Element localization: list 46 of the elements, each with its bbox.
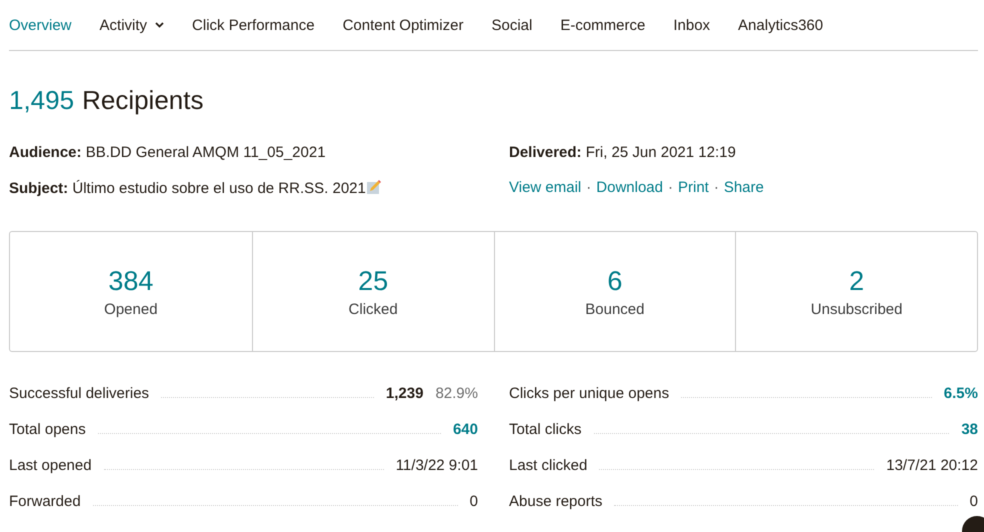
metric-value: 384: [108, 266, 154, 296]
stat-label: Total clicks: [509, 421, 582, 438]
nav-tab[interactable]: Analytics360: [738, 16, 824, 34]
nav-tab[interactable]: Inbox: [673, 16, 710, 34]
metric-value: 6: [607, 266, 622, 296]
nav-tab[interactable]: Social: [491, 16, 532, 34]
stat-value: 1,239: [386, 385, 424, 402]
action-link[interactable]: Share: [724, 179, 764, 197]
stat-value: 0: [970, 493, 978, 510]
metric-value: 2: [849, 266, 864, 296]
stat-label: Total opens: [9, 421, 86, 438]
metric-label: Bounced: [585, 300, 644, 318]
metric-label: Opened: [104, 300, 158, 318]
separator-dot: ·: [586, 179, 592, 197]
stat-percent: 82.9%: [435, 385, 478, 402]
nav-tab[interactable]: Click Performance: [192, 16, 315, 34]
heading-label: Recipients: [82, 85, 204, 116]
action-link[interactable]: View email: [509, 179, 582, 197]
pencil-icon: [366, 179, 382, 195]
separator-dot: ·: [714, 179, 719, 197]
nav-tab[interactable]: Overview: [9, 16, 72, 34]
nav-tab[interactable]: Activity: [100, 16, 164, 34]
stat-label: Clicks per unique opens: [509, 385, 670, 402]
stat-value[interactable]: 38: [961, 421, 978, 438]
stat-label: Forwarded: [9, 493, 81, 510]
stat-value[interactable]: 640: [452, 421, 478, 438]
stat-value: 11/3/22 9:01: [396, 457, 478, 474]
stat-value[interactable]: 6.5%: [944, 385, 978, 402]
metric-value: 25: [358, 266, 388, 296]
metric-label: Unsubscribed: [810, 300, 902, 318]
stat-label: Successful deliveries: [9, 385, 150, 402]
recipient-count: 1,495: [9, 85, 74, 116]
delivered-text: Delivered: Fri, 25 Jun 2021 12:19: [509, 144, 737, 161]
stat-value: 0: [470, 493, 478, 510]
audience-text: Audience: BB.DD General AMQM 11_05_2021: [9, 144, 327, 161]
metric-label: Clicked: [348, 300, 398, 318]
subject-text: Subject: Último estudio sobre el uso de RR.SS. 2021: [9, 180, 366, 197]
nav-tab[interactable]: E-commerce: [560, 16, 646, 34]
action-link[interactable]: Download: [596, 179, 663, 197]
action-link[interactable]: Print: [678, 179, 709, 197]
stat-label: Abuse reports: [509, 493, 602, 510]
stat-label: Last clicked: [509, 457, 588, 474]
separator-dot: ·: [668, 179, 673, 197]
nav-tab[interactable]: Content Optimizer: [342, 16, 464, 34]
stat-value: 13/7/21 20:12: [886, 457, 978, 474]
stat-label: Last opened: [9, 457, 92, 474]
